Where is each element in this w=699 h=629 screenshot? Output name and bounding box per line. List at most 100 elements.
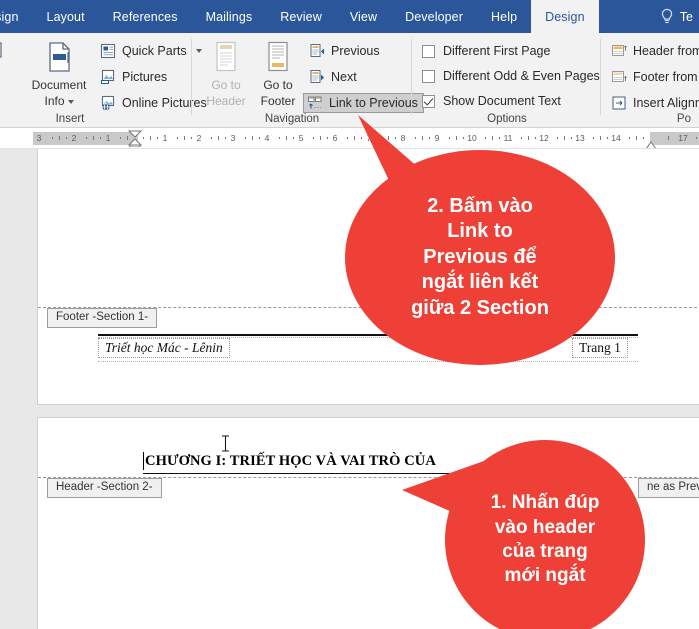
tell-me-label: Te <box>679 9 693 24</box>
tab-label: References <box>112 9 178 24</box>
ruler-tick: 4 <box>264 133 270 143</box>
document-info-icon <box>43 41 75 76</box>
show-document-text-label: Show Document Text <box>443 94 561 108</box>
tab-help[interactable]: Help <box>477 0 531 33</box>
tab-label: Design <box>0 9 19 24</box>
go-to-footer-label2: Footer <box>260 94 296 108</box>
tab-layout[interactable]: Layout <box>33 0 99 33</box>
date-time-icon <box>0 41 5 74</box>
online-pictures-icon <box>100 95 116 111</box>
ruler-tick: 10 <box>467 133 477 143</box>
tab-references[interactable]: References <box>99 0 192 33</box>
document-info-label: Document <box>31 78 87 92</box>
footer-page-number-field[interactable]: Trang 1 <box>572 338 628 358</box>
ruler-tick: 1 <box>162 133 168 143</box>
ribbon-tab-list: Design Layout References Mailings Review… <box>0 0 599 33</box>
tab-developer[interactable]: Developer <box>391 0 477 33</box>
tell-me-box[interactable]: Te <box>647 0 699 33</box>
ibeam-mouse-pointer <box>221 435 230 452</box>
right-indent-marker[interactable] <box>645 137 657 148</box>
tab-view[interactable]: View <box>336 0 391 33</box>
tab-label: Design <box>545 9 585 24</box>
quick-parts-item[interactable]: Quick Parts <box>100 43 202 59</box>
different-first-page-label: Different First Page <box>443 44 551 58</box>
callout-1-text: 1. Nhấn đúp vào header của trang mới ngắ… <box>490 492 600 587</box>
document-info-label2: Info <box>44 94 74 108</box>
ruler-tick: 2 <box>196 133 202 143</box>
go-to-footer-button[interactable]: Go to Footer <box>252 41 304 108</box>
go-to-footer-icon <box>263 41 293 76</box>
header-from-top-item[interactable]: Header from T <box>611 43 699 59</box>
ruler-tick: 3 <box>230 133 236 143</box>
ruler-tick: 1 <box>105 133 111 143</box>
tab-mailings[interactable]: Mailings <box>192 0 267 33</box>
ruler-tick: 11 <box>503 133 513 143</box>
tab-label: Developer <box>405 9 464 24</box>
link-to-previous-icon <box>307 95 323 111</box>
footer-from-bottom-icon <box>611 69 627 85</box>
previous-item[interactable]: Previous <box>309 43 380 59</box>
tab-label: Review <box>280 9 322 24</box>
footer-from-bottom-item[interactable]: Footer from B <box>611 69 699 85</box>
callout-1: 1. Nhấn đúp vào header của trang mới ngắ… <box>445 440 645 629</box>
ribbon-tab-bar: Design Layout References Mailings Review… <box>0 0 699 33</box>
go-to-header-label: Go to <box>211 78 241 92</box>
next-icon <box>309 69 325 85</box>
quick-parts-icon <box>100 43 116 59</box>
tab-design-headerfooter[interactable]: Design <box>531 0 599 33</box>
text-cursor-caret <box>143 452 144 470</box>
footer-section-1-tag: Footer -Section 1- <box>47 308 158 328</box>
tab-label: Help <box>491 9 518 24</box>
insert-alignment-tab-item[interactable]: Insert Alignm <box>611 95 699 111</box>
tab-review[interactable]: Review <box>266 0 336 33</box>
footer-left-field[interactable]: Triết học Mác - Lênin <box>98 338 230 358</box>
go-to-header-icon <box>211 41 241 76</box>
header-from-top-label: Header from T <box>633 44 699 58</box>
ruler-tick: 13 <box>575 133 585 143</box>
next-item[interactable]: Next <box>309 69 357 85</box>
tab-label: Mailings <box>205 9 253 24</box>
tab-label: View <box>349 9 378 24</box>
callout-2-text: 2. Bấm vào Link to Previous để ngắt liên… <box>411 194 549 319</box>
different-first-page-checkbox[interactable]: Different First Page <box>422 44 550 58</box>
tab-design-doc[interactable]: Design <box>0 0 33 33</box>
previous-icon <box>309 43 325 59</box>
lightbulb-icon <box>660 8 674 25</box>
footer-from-bottom-label: Footer from B <box>633 70 699 84</box>
insert-alignment-tab-label: Insert Alignm <box>633 96 699 110</box>
chapter-heading[interactable]: CHƯƠNG I: TRIẾT HỌC VÀ VAI TRÒ CỦA <box>145 453 436 470</box>
document-info-button[interactable]: Document Info <box>22 41 96 108</box>
chevron-down-icon[interactable] <box>67 100 74 104</box>
checkbox-box[interactable] <box>422 44 435 58</box>
ruler-tick: 14 <box>611 133 621 143</box>
callout-2: 2. Bấm vào Link to Previous để ngắt liên… <box>345 150 615 365</box>
date-time-button[interactable]: & e <box>0 41 22 106</box>
header-from-top-icon <box>611 43 627 59</box>
footer-field-bottom-dotted <box>98 361 638 362</box>
different-odd-even-checkbox[interactable]: Different Odd & Even Pages <box>422 69 600 83</box>
pictures-label: Pictures <box>122 70 168 84</box>
previous-label: Previous <box>331 44 380 58</box>
group-label-position: Po <box>676 113 691 125</box>
different-odd-even-label: Different Odd & Even Pages <box>443 69 600 83</box>
ruler-right-margin-zone <box>650 132 699 145</box>
ruler-tick: 3 <box>36 133 42 143</box>
pictures-item[interactable]: Pictures <box>100 69 167 85</box>
tab-label: Layout <box>46 9 85 24</box>
next-label: Next <box>331 70 357 84</box>
go-to-header-button[interactable]: Go to Header <box>200 41 252 108</box>
ribbon-group-position: Header from T Footer from B <box>601 33 699 127</box>
checkbox-box[interactable] <box>422 69 435 83</box>
header-section-2-tag: Header -Section 2- <box>47 478 162 498</box>
quick-parts-label: Quick Parts <box>122 44 187 58</box>
ruler-tick: 2 <box>71 133 77 143</box>
ruler-tick: 17 <box>678 133 688 143</box>
group-label-insert: Insert <box>55 113 85 125</box>
go-to-footer-label: Go to <box>263 78 293 92</box>
same-as-previous-tag: ne as Previo <box>638 478 699 498</box>
first-line-indent-marker[interactable] <box>127 130 143 148</box>
word-window: Design Layout References Mailings Review… <box>0 0 699 629</box>
ribbon-group-insert: & e Document Info <box>0 33 207 127</box>
pictures-icon <box>100 69 116 85</box>
go-to-header-label2: Header <box>206 94 246 108</box>
